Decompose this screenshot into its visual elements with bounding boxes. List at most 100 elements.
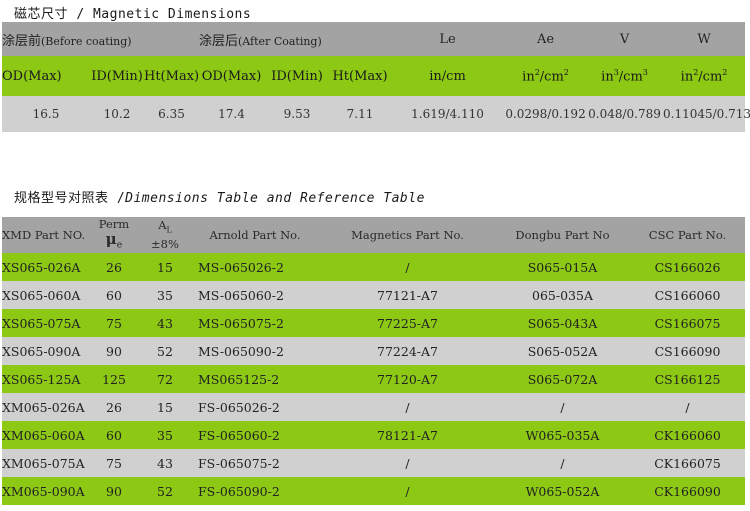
xmd-cell: XM065-026A [2,393,88,421]
magnetic-dimensions-table: 涂层前(Before coating) 涂层后(After Coating) L… [2,22,750,132]
xmd-part-header: XMD Part NO. [2,217,88,253]
perm-cell: 26 [88,393,140,421]
magnetics-cell: / [320,393,495,421]
table-row: XM065-026A 26 15 FS-065026-2// / [2,393,745,421]
dim-header-row: 涂层前(Before coating) 涂层后(After Coating) L… [2,22,746,56]
magnetic-dimensions-title: 磁芯尺寸 / Magnetic Dimensions [14,7,252,22]
w-unit: in2/cm2 [663,56,746,96]
perm-cell: 26 [88,253,140,281]
v-header: V [586,22,664,56]
magnetics-cell: 77224-A7 [320,337,495,365]
csc-cell: CK166060 [630,421,745,449]
w-header: W [663,22,746,56]
le-unit: in/cm [390,56,506,96]
arnold-cell: FS-065075-2 [190,449,320,477]
magnetics-cell: / [320,253,495,281]
reference-table-title: 规格型号对照表 /Dimensions Table and Reference … [14,191,425,206]
value-cell: 16.5 [2,96,90,132]
dongbu-cell: / [495,449,630,477]
xmd-cell: XS065-026A [2,253,88,281]
xmd-cell: XS065-090A [2,337,88,365]
table-row: XS065-026A 26 15 MS-065026-2/S065-015A CS166… [2,253,745,281]
arnold-cell: MS-065060-2 [190,281,320,309]
al-cell: 52 [140,477,190,505]
csc-cell: CK166075 [630,449,745,477]
arnold-cell: MS-065090-2 [190,337,320,365]
v-unit: in3/cm3 [586,56,664,96]
le-header: Le [390,22,506,56]
dongbu-cell: / [495,393,630,421]
csc-cell: CS166125 [630,365,745,393]
magnetics-cell: / [320,449,495,477]
dongbu-part-header: Dongbu Part No [495,217,630,253]
perm-cell: 90 [88,337,140,365]
arnold-part-header: Arnold Part No. [190,217,320,253]
dim-values-row: 16.5 10.2 6.35 17.4 9.53 7.11 1.619/4.11… [2,96,750,132]
magnetics-cell: 78121-A7 [320,421,495,449]
table-row: XM065-075A 75 43 FS-065075-2// CK166075 [2,449,745,477]
table-row: XS065-125A 125 72 MS065125-2 77120-A7 S065-07… [2,365,745,393]
value-cell: 9.53 [264,96,330,132]
dongbu-cell: S065-043A [495,309,630,337]
csc-cell: CS166090 [630,337,745,365]
id-min-after: ID(Min) [264,56,330,96]
value-cell: 10.2 [90,96,144,132]
od-max-after: OD(Max) [199,56,264,96]
perm-cell: 125 [88,365,140,393]
value-cell: 0.11045/0.713 [663,96,750,132]
dongbu-cell: S065-015A [495,253,630,281]
table-row: XS065-075A 75 43 MS-065075-2 77225-A7 S065-04… [2,309,745,337]
perm-cell: 60 [88,281,140,309]
dongbu-cell: 065-035A [495,281,630,309]
arnold-cell: FS-065090-2 [190,477,320,505]
csc-part-header: CSC Part No. [630,217,745,253]
csc-cell: CK166090 [630,477,745,505]
perm-cell: 60 [88,421,140,449]
arnold-cell: MS-065026-2 [190,253,320,281]
csc-cell: CS166075 [630,309,745,337]
al-cell: 72 [140,365,190,393]
table-row: XS065-060A 60 35 MS-065060-2 77121-A7 065-035… [2,281,745,309]
od-max-before: OD(Max) [2,56,90,96]
dongbu-cell: S065-072A [495,365,630,393]
dongbu-cell: W065-052A [495,477,630,505]
al-cell: 43 [140,309,190,337]
dim-subheader-row: OD(Max) ID(Min) Ht(Max) OD(Max) ID(Min) … [2,56,746,96]
al-cell: 43 [140,449,190,477]
value-cell: 17.4 [199,96,264,132]
dongbu-cell: S065-052A [495,337,630,365]
arnold-cell: FS-065026-2 [190,393,320,421]
table-row: XS065-090A 90 52 MS-065090-2 77224-A7 S065-05… [2,337,745,365]
arnold-cell: MS-065075-2 [190,309,320,337]
xmd-cell: XM065-075A [2,449,88,477]
arnold-cell: FS-065060-2 [190,421,320,449]
id-min-before: ID(Min) [90,56,144,96]
ae-unit: in2/cm2 [505,56,587,96]
value-cell: 6.35 [144,96,199,132]
dongbu-cell: W065-035A [495,421,630,449]
magnetics-part-header: Magnetics Part No. [320,217,495,253]
value-cell: 7.11 [330,96,391,132]
al-cell: 15 [140,253,190,281]
xmd-cell: XS065-075A [2,309,88,337]
perm-cell: 90 [88,477,140,505]
before-coating-header: 涂层前(Before coating) [2,22,199,56]
ht-max-before: Ht(Max) [144,56,199,96]
al-header: AL ±8% [140,217,190,253]
arnold-cell: MS065125-2 [190,365,320,393]
table-row: XM065-060A 60 35 FS-065060-2 78121-A7 W065-03… [2,421,745,449]
csc-cell: CS166060 [630,281,745,309]
al-cell: 35 [140,281,190,309]
xmd-cell: XM065-090A [2,477,88,505]
xmd-cell: XS065-125A [2,365,88,393]
xmd-cell: XM065-060A [2,421,88,449]
magnetics-cell: / [320,477,495,505]
value-cell: 1.619/4.110 [390,96,506,132]
ht-max-after: Ht(Max) [330,56,391,96]
table-row: XM065-090A 90 52 FS-065090-2/W065-052A CK166… [2,477,745,505]
al-cell: 52 [140,337,190,365]
xmd-cell: XS065-060A [2,281,88,309]
value-cell: 0.0298/0.192 [505,96,587,132]
perm-cell: 75 [88,309,140,337]
al-cell: 35 [140,421,190,449]
